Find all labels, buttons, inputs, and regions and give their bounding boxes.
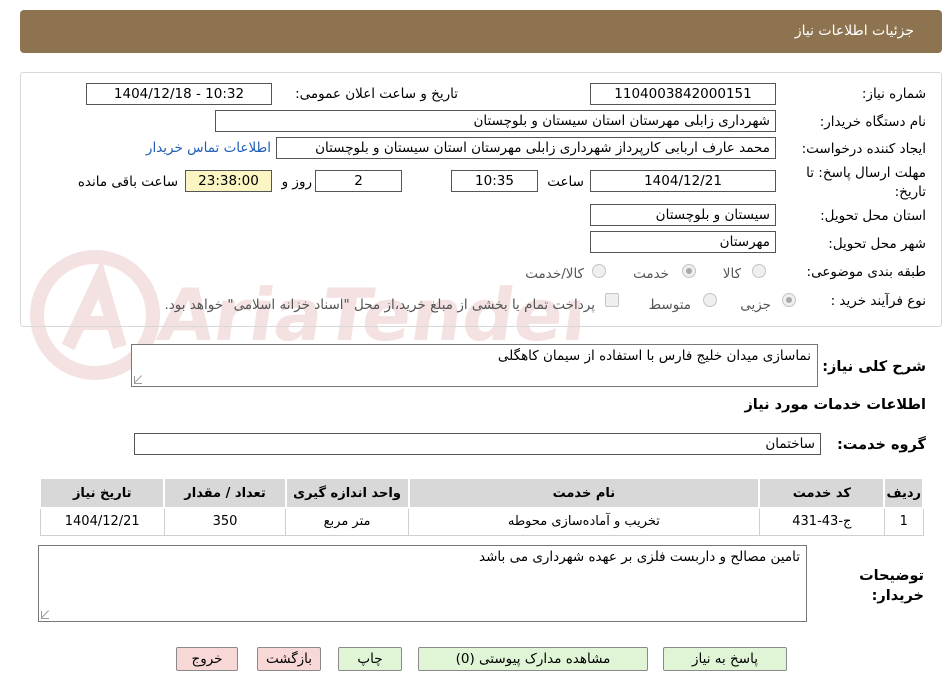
buyer-org-field[interactable]: شهرداری زابلی مهرستان استان سیستان و بلو… [215, 110, 776, 132]
resize-grip-icon[interactable] [134, 376, 142, 384]
services-section-title: اطلاعات خدمات مورد نیاز [744, 397, 926, 413]
buyer-contact-link[interactable]: اطلاعات تماس خریدار [146, 140, 271, 156]
col-quantity: تعداد / مقدار [163, 477, 287, 509]
buyer-notes-textarea[interactable]: تامین مصالح و داربست فلزی بر عهده شهردار… [38, 545, 807, 622]
category-option-goods: کالا [722, 266, 741, 282]
days-label: روز و [281, 174, 312, 190]
remaining-time-field[interactable]: 23:38:00 [185, 170, 272, 192]
table-row[interactable]: 1 ج-43-431 تخریب و آماده‌سازی محوطه متر … [39, 507, 924, 536]
view-attachments-button[interactable]: مشاهده مدارک پیوستی (0) [418, 647, 648, 671]
province-field[interactable]: سیستان و بلوچستان [590, 204, 776, 226]
deadline-time-field[interactable]: 10:35 [451, 170, 538, 192]
announce-label: تاریخ و ساعت اعلان عمومی: [295, 86, 458, 102]
cell-unit: متر مربع [285, 507, 410, 536]
requester-field[interactable]: محمد عارف اربابی کارپرداز شهرداری زابلی … [276, 137, 776, 159]
col-service-code: کد خدمت [758, 477, 886, 509]
city-label: شهر محل تحویل: [828, 236, 926, 252]
deadline-date-field[interactable]: 1404/12/21 [590, 170, 776, 192]
category-option-service: خدمت [633, 266, 669, 282]
process-label: نوع فرآیند خرید : [830, 293, 926, 309]
description-label: شرح کلی نیاز: [822, 359, 926, 375]
category-label: طبقه بندی موضوعی: [806, 264, 926, 280]
province-label: استان محل تحویل: [820, 208, 926, 224]
page-header: جزئیات اطلاعات نیاز [20, 10, 942, 53]
category-option-goods-service: کالا/خدمت [525, 266, 584, 282]
back-button[interactable]: بازگشت [257, 647, 321, 671]
col-row-number: ردیف [883, 477, 924, 509]
days-remaining-field[interactable]: 2 [315, 170, 402, 192]
remaining-label: ساعت باقی مانده [77, 174, 178, 190]
cell-service-code: ج-43-431 [758, 507, 885, 536]
service-group-label: گروه خدمت: [836, 437, 926, 453]
col-service-name: نام خدمت [407, 477, 761, 509]
services-table-header: ردیف کد خدمت نام خدمت واحد اندازه گیری ت… [38, 477, 924, 509]
deadline-label: مهلت ارسال پاسخ: تا تاریخ: [806, 165, 926, 200]
cell-row-number: 1 [883, 507, 924, 536]
cell-service-name: تخریب و آماده‌سازی محوطه [408, 507, 760, 536]
description-text: نماسازی میدان خلیج فارس با استفاده از سی… [497, 348, 811, 364]
process-option-minor: جزیی [740, 297, 771, 313]
category-radio-goods[interactable] [752, 264, 766, 278]
need-number-label: شماره نیاز: [861, 86, 926, 102]
process-radio-medium[interactable] [703, 293, 717, 307]
buyer-org-label: نام دستگاه خریدار: [819, 114, 926, 130]
page-title: جزئیات اطلاعات نیاز [794, 23, 914, 39]
service-group-field[interactable]: ساختمان [134, 433, 821, 455]
services-table: ردیف کد خدمت نام خدمت واحد اندازه گیری ت… [38, 477, 924, 536]
buyer-notes-text: تامین مصالح و داربست فلزی بر عهده شهردار… [479, 549, 800, 565]
resize-grip-icon[interactable] [41, 611, 49, 619]
announce-datetime-field[interactable]: 1404/12/18 - 10:32 [86, 83, 272, 105]
process-option-medium: متوسط [648, 297, 691, 313]
buyer-notes-label: توضیحات خریدار: [859, 568, 924, 604]
category-radio-goods-service[interactable] [592, 264, 606, 278]
need-number-field[interactable]: 1104003842000151 [590, 83, 776, 105]
treasury-payment-checkbox[interactable] [605, 293, 619, 307]
cell-quantity: 350 [163, 507, 287, 536]
category-radio-service[interactable] [682, 264, 696, 278]
cell-need-date: 1404/12/21 [39, 507, 165, 536]
print-button[interactable]: چاپ [338, 647, 402, 671]
requester-label: ایجاد کننده درخواست: [801, 141, 926, 157]
reply-button[interactable]: پاسخ به نیاز [663, 647, 787, 671]
description-textarea[interactable]: نماسازی میدان خلیج فارس با استفاده از سی… [131, 344, 818, 387]
treasury-payment-note: پرداخت تمام یا بخشی از مبلغ خرید،از محل … [164, 297, 595, 313]
col-need-date: تاریخ نیاز [38, 477, 166, 509]
process-radio-minor[interactable] [782, 293, 796, 307]
exit-button[interactable]: خروج [176, 647, 238, 671]
city-field[interactable]: مهرستان [590, 231, 776, 253]
deadline-time-label: ساعت [547, 174, 584, 190]
col-unit: واحد اندازه گیری [284, 477, 410, 509]
